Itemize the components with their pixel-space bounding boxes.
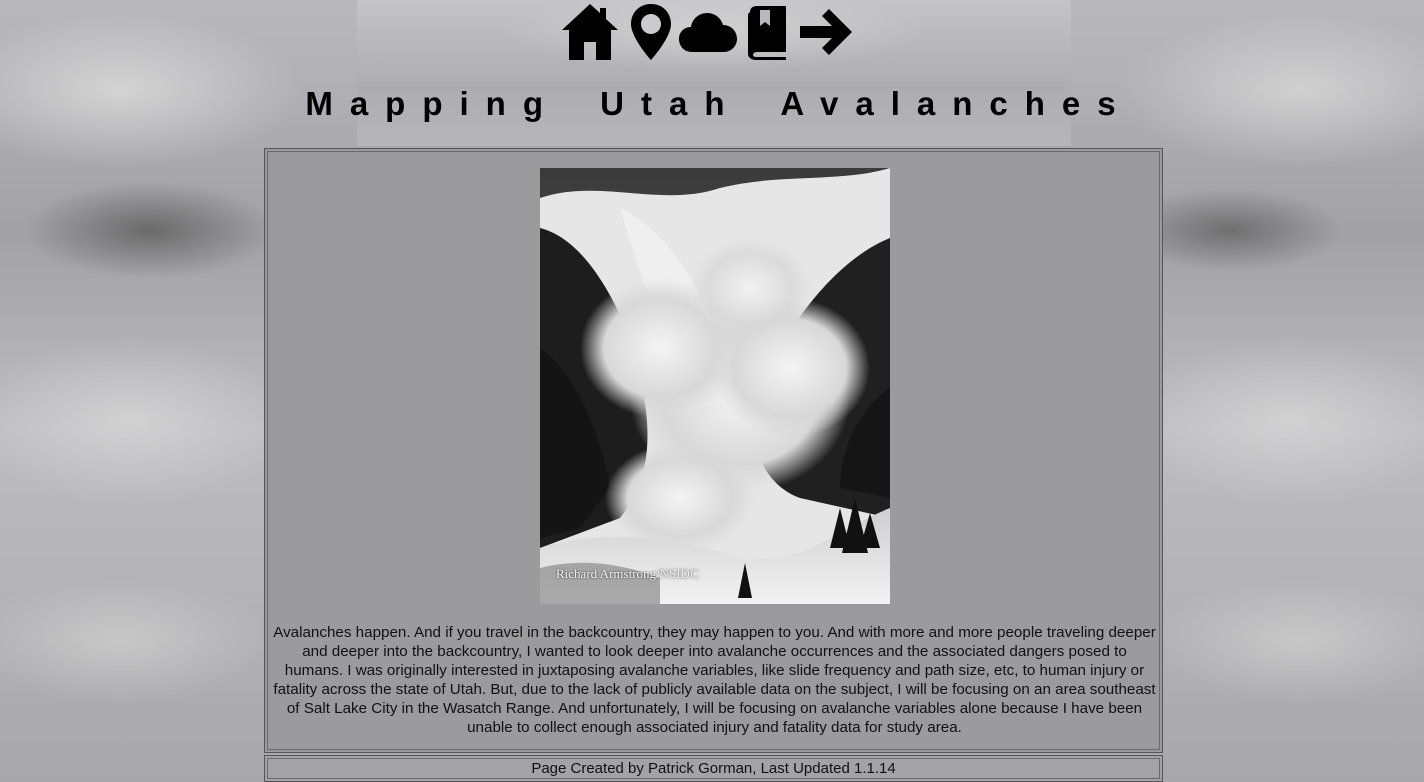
cloud-icon[interactable] <box>678 0 738 64</box>
arrow-right-icon[interactable] <box>798 0 858 64</box>
nav-icon-bar <box>560 0 866 64</box>
intro-paragraph: Avalanches happen. And if you travel in … <box>273 624 1156 736</box>
map-pin-icon[interactable] <box>628 0 674 64</box>
content-panel: Richard Armstrong/NSIDC Avalanches happe… <box>264 148 1163 753</box>
footer: Page Created by Patrick Gorman, Last Upd… <box>264 755 1163 782</box>
home-icon[interactable] <box>560 0 620 64</box>
photo-credit: Richard Armstrong/NSIDC <box>556 566 699 581</box>
avalanche-photo: Richard Armstrong/NSIDC <box>540 168 890 604</box>
book-icon[interactable] <box>744 0 792 64</box>
page-title: Mapping Utah Avalanches <box>305 85 1133 122</box>
footer-text: Page Created by Patrick Gorman, Last Upd… <box>267 758 1160 779</box>
content-panel-inner: Richard Armstrong/NSIDC Avalanches happe… <box>267 151 1160 750</box>
avalanche-photo-image <box>540 168 890 604</box>
